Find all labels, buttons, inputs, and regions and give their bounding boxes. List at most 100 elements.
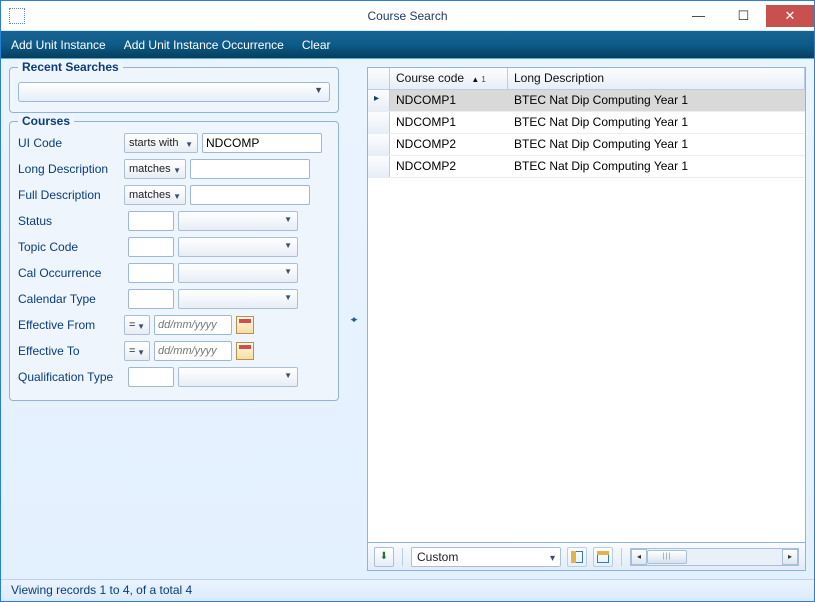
- col-header-course-code-text: Course code: [396, 71, 464, 85]
- op-long-description[interactable]: matches: [124, 159, 186, 179]
- row-header-corner: [368, 68, 390, 89]
- separator: [621, 548, 622, 566]
- grid-toolbar: ⬇ Custom ◂ ||| ▸: [367, 543, 806, 571]
- label-effective-from: Effective From: [18, 318, 124, 332]
- row-qualification-type: Qualification Type: [18, 366, 330, 388]
- label-long-description: Long Description: [18, 162, 124, 176]
- layout-columns-icon[interactable]: [567, 547, 587, 567]
- filter-combo[interactable]: Custom: [411, 547, 561, 567]
- dropdown-cal-occurrence[interactable]: [178, 263, 298, 283]
- left-panel: Recent Searches Courses UI Code starts w…: [9, 67, 339, 571]
- row-long-description: Long Description matches: [18, 158, 330, 180]
- cell-course-code: NDCOMP2: [390, 156, 508, 177]
- window-title: Course Search: [367, 9, 447, 23]
- row-indicator: [368, 112, 390, 133]
- table-row[interactable]: NDCOMP1BTEC Nat Dip Computing Year 1: [368, 112, 805, 134]
- status-text: Viewing records 1 to 4, of a total 4: [11, 583, 192, 597]
- separator: [402, 548, 403, 566]
- system-menu-icon[interactable]: [9, 8, 25, 24]
- row-effective-to: Effective To =: [18, 340, 330, 362]
- label-topic-code: Topic Code: [18, 240, 124, 254]
- sort-asc-icon: ▲: [471, 75, 479, 84]
- cell-long-description: BTEC Nat Dip Computing Year 1: [508, 112, 805, 133]
- input-long-description[interactable]: [190, 159, 310, 179]
- label-calendar-type: Calendar Type: [18, 292, 124, 306]
- calendar-icon[interactable]: [236, 316, 254, 334]
- grid-body: NDCOMP1BTEC Nat Dip Computing Year 1NDCO…: [368, 90, 805, 178]
- dropdown-status[interactable]: [178, 211, 298, 231]
- menu-clear[interactable]: Clear: [302, 38, 331, 52]
- table-row[interactable]: NDCOMP2BTEC Nat Dip Computing Year 1: [368, 134, 805, 156]
- cell-long-description: BTEC Nat Dip Computing Year 1: [508, 134, 805, 155]
- label-cal-occurrence: Cal Occurrence: [18, 266, 124, 280]
- results-grid: Course code ▲1 Long Description NDCOMP1B…: [367, 67, 806, 543]
- cell-course-code: NDCOMP2: [390, 134, 508, 155]
- minimize-button[interactable]: —: [676, 5, 721, 27]
- scroll-thumb[interactable]: |||: [647, 550, 687, 564]
- input-topic-code[interactable]: [128, 237, 174, 257]
- row-cal-occurrence: Cal Occurrence: [18, 262, 330, 284]
- window: Course Search — ☐ ✕ Add Unit Instance Ad…: [0, 0, 815, 602]
- op-effective-to[interactable]: =: [124, 341, 150, 361]
- cell-long-description: BTEC Nat Dip Computing Year 1: [508, 90, 805, 111]
- input-calendar-type[interactable]: [128, 289, 174, 309]
- cell-long-description: BTEC Nat Dip Computing Year 1: [508, 156, 805, 177]
- maximize-button[interactable]: ☐: [721, 5, 766, 27]
- col-header-long-description-text: Long Description: [514, 71, 604, 85]
- layout-rows-icon[interactable]: [593, 547, 613, 567]
- row-indicator: [368, 90, 390, 111]
- input-full-description[interactable]: [190, 185, 310, 205]
- content-area: Recent Searches Courses UI Code starts w…: [1, 59, 814, 579]
- scroll-left-icon[interactable]: ◂: [631, 549, 647, 565]
- dropdown-qualification-type[interactable]: [178, 367, 298, 387]
- menubar: Add Unit Instance Add Unit Instance Occu…: [1, 31, 814, 59]
- op-ui-code[interactable]: starts with: [124, 133, 198, 153]
- cell-course-code: NDCOMP1: [390, 90, 508, 111]
- op-full-description[interactable]: matches: [124, 185, 186, 205]
- row-ui-code: UI Code starts with: [18, 132, 330, 154]
- row-calendar-type: Calendar Type: [18, 288, 330, 310]
- splitter-handle[interactable]: ◂▸: [349, 67, 357, 571]
- input-cal-occurrence[interactable]: [128, 263, 174, 283]
- scroll-right-icon[interactable]: ▸: [782, 549, 798, 565]
- op-effective-from[interactable]: =: [124, 315, 150, 335]
- table-row[interactable]: NDCOMP1BTEC Nat Dip Computing Year 1: [368, 90, 805, 112]
- dropdown-topic-code[interactable]: [178, 237, 298, 257]
- input-effective-from[interactable]: [154, 315, 232, 335]
- close-button[interactable]: ✕: [766, 5, 814, 27]
- input-effective-to[interactable]: [154, 341, 232, 361]
- label-full-description: Full Description: [18, 188, 124, 202]
- recent-searches-title: Recent Searches: [18, 60, 123, 74]
- calendar-icon[interactable]: [236, 342, 254, 360]
- col-header-long-description[interactable]: Long Description: [508, 68, 805, 89]
- export-button[interactable]: ⬇: [374, 547, 394, 567]
- dropdown-calendar-type[interactable]: [178, 289, 298, 309]
- menu-add-unit-instance[interactable]: Add Unit Instance: [11, 38, 106, 52]
- main-split: Recent Searches Courses UI Code starts w…: [9, 67, 806, 571]
- window-buttons: — ☐ ✕: [676, 5, 814, 27]
- titlebar: Course Search — ☐ ✕: [1, 1, 814, 31]
- table-row[interactable]: NDCOMP2BTEC Nat Dip Computing Year 1: [368, 156, 805, 178]
- row-full-description: Full Description matches: [18, 184, 330, 206]
- label-ui-code: UI Code: [18, 136, 124, 150]
- statusbar: Viewing records 1 to 4, of a total 4: [1, 579, 814, 601]
- label-qualification-type: Qualification Type: [18, 370, 124, 384]
- horizontal-scrollbar[interactable]: ◂ ||| ▸: [630, 548, 799, 566]
- menu-add-unit-instance-occurrence[interactable]: Add Unit Instance Occurrence: [124, 38, 284, 52]
- input-qualification-type[interactable]: [128, 367, 174, 387]
- grid-header: Course code ▲1 Long Description: [368, 68, 805, 90]
- right-panel: Course code ▲1 Long Description NDCOMP1B…: [367, 67, 806, 571]
- recent-searches-group: Recent Searches: [9, 67, 339, 113]
- row-effective-from: Effective From =: [18, 314, 330, 336]
- cell-course-code: NDCOMP1: [390, 112, 508, 133]
- input-status[interactable]: [128, 211, 174, 231]
- input-ui-code[interactable]: [202, 133, 322, 153]
- row-indicator: [368, 134, 390, 155]
- recent-searches-dropdown[interactable]: [18, 82, 330, 102]
- scroll-track[interactable]: |||: [647, 549, 782, 565]
- row-indicator: [368, 156, 390, 177]
- col-header-course-code[interactable]: Course code ▲1: [390, 68, 508, 89]
- label-status: Status: [18, 214, 124, 228]
- sort-order-badge: 1: [481, 75, 485, 84]
- courses-group: Courses UI Code starts with Long Descrip…: [9, 121, 339, 401]
